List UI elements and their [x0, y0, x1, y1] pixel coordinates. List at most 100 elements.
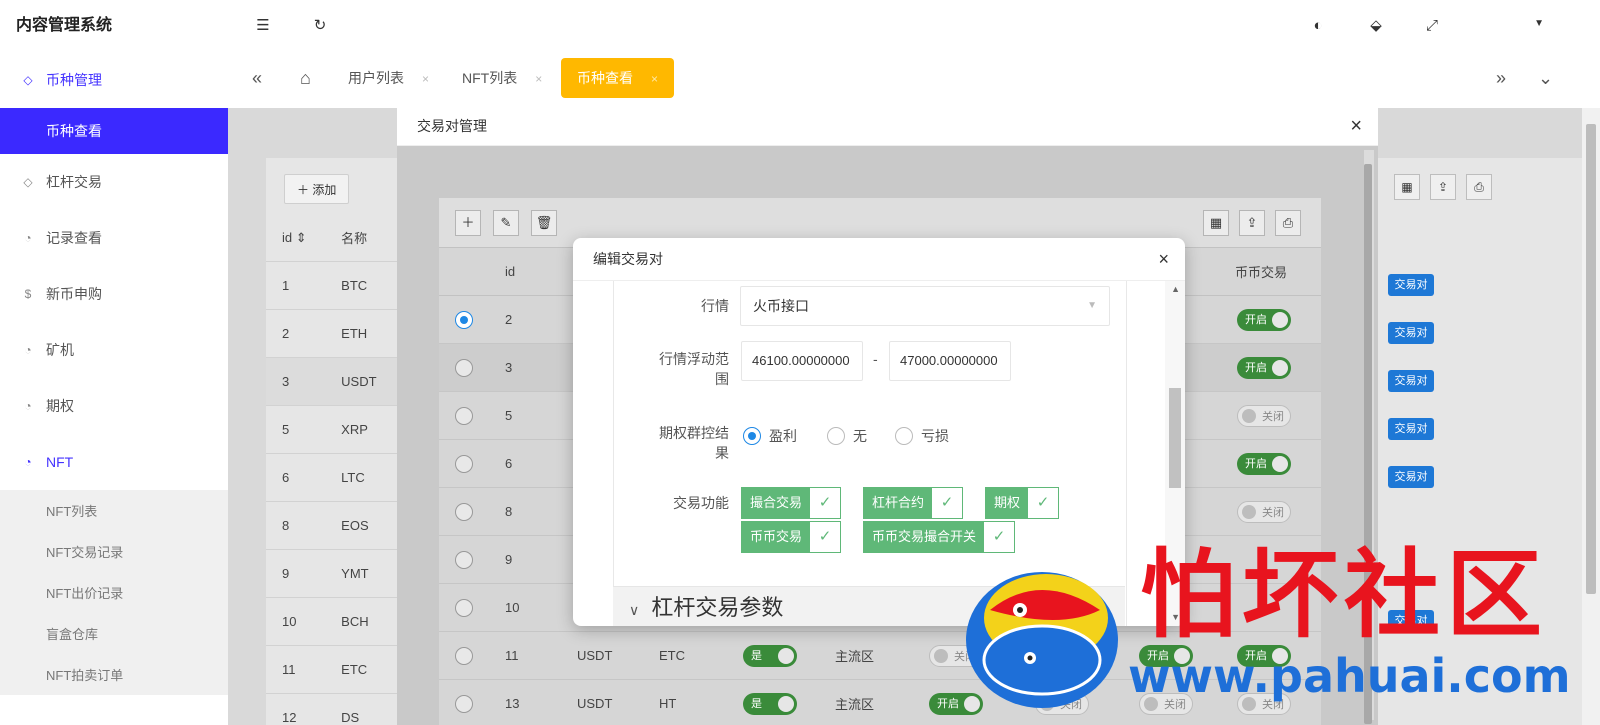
refresh-icon[interactable]: ↻ [310, 16, 330, 36]
print-icon[interactable]: ⎙ [1466, 174, 1492, 200]
check-icon: ✓ [810, 488, 841, 518]
pair-button[interactable]: 交易对 [1388, 466, 1434, 488]
trade-function-label: 交易功能 [673, 495, 729, 511]
sidebar-item-miner[interactable]: ◔ 矿机 [0, 322, 228, 378]
row-radio[interactable] [455, 310, 473, 329]
export-icon[interactable]: ⇪ [1239, 210, 1265, 236]
table-row[interactable]: 10 BCH [266, 598, 406, 646]
user-menu-caret-icon[interactable]: ▼ [1534, 18, 1544, 29]
tabs-scroll-right-icon[interactable]: » [1496, 68, 1506, 89]
columns-icon[interactable]: ▦ [1203, 210, 1229, 236]
sidebar-subitem-blindbox[interactable]: 盲盒仓库 [0, 613, 228, 654]
coin-trade-toggle[interactable]: 关闭 [1237, 501, 1291, 523]
pair-button[interactable]: 交易对 [1388, 274, 1434, 296]
func-leverage-checkbox[interactable]: 杠杆合约 ✓ [863, 487, 964, 519]
sidebar-subitem-nft-list[interactable]: NFT列表 [0, 490, 228, 531]
option-loss-radio[interactable]: 亏损 [895, 426, 949, 446]
coin-trade-toggle[interactable]: 开启 [1237, 309, 1291, 331]
coin-trade-toggle[interactable]: 开启 [1237, 357, 1291, 379]
option-none-radio[interactable]: 无 [827, 426, 867, 446]
scroll-up-icon[interactable]: ▲ [1171, 284, 1180, 294]
coin-trade-toggle[interactable]: 关闭 [1237, 405, 1291, 427]
option-profit-radio[interactable]: 盈利 [743, 426, 797, 446]
coin-table: id ⇕ 名称 1 BTC 2 ETH 3 USDT 5 XRP 6 LTC 8 EOS 9… [266, 214, 406, 725]
chevron-down-icon: ▼ [1087, 300, 1097, 311]
tab-nft-list[interactable]: NFT列表 × [462, 58, 542, 98]
home-icon[interactable]: ⌂ [300, 68, 311, 89]
page-scrollbar-thumb[interactable] [1586, 124, 1596, 594]
sidebar-item-label: 币种管理 [46, 72, 102, 88]
export-icon[interactable]: ⇪ [1430, 174, 1456, 200]
close-icon[interactable]: × [1158, 238, 1169, 281]
row-radio[interactable] [455, 358, 473, 377]
table-row[interactable]: 3 USDT [266, 358, 406, 406]
sidebar-subitem-coin-view[interactable]: 币种查看 [0, 108, 228, 154]
close-icon[interactable]: × [1350, 106, 1362, 146]
menu-collapse-icon[interactable]: ☰ [253, 16, 273, 36]
pair-button[interactable]: 交易对 [1388, 370, 1434, 392]
tab-coin-view[interactable]: 币种查看 × [561, 58, 675, 98]
row-radio[interactable] [455, 454, 473, 473]
sidebar-subitem-nft-trades[interactable]: NFT交易记录 [0, 531, 228, 572]
sidebar-item-nft[interactable]: ◔ NFT [0, 434, 228, 490]
func-coin-checkbox[interactable]: 币币交易 ✓ [741, 521, 842, 553]
add-button[interactable]: ＋ 添加 [284, 174, 350, 204]
sidebar-item-coin-management[interactable]: ◇ 币种管理 [0, 52, 228, 108]
func-option-checkbox[interactable]: 期权 ✓ [985, 487, 1060, 519]
coin-trade-toggle[interactable]: 开启 [1237, 453, 1291, 475]
clock-icon: ◔ [24, 455, 32, 469]
tab-close-icon[interactable]: × [651, 72, 658, 86]
range-max-input[interactable]: 47000.00000000 [889, 341, 1011, 381]
sidebar-item-records[interactable]: ◔ 记录查看 [0, 210, 228, 266]
market-select[interactable]: 火币接口 ▼ [740, 286, 1110, 326]
table-row[interactable]: 2 ETH [266, 310, 406, 358]
tabs-menu-chevron-down-icon[interactable]: ⌄ [1538, 68, 1553, 89]
add-icon[interactable]: ＋ [455, 210, 481, 236]
edit-icon[interactable]: ✎ [493, 210, 519, 236]
sidebar-subitem-nft-auction[interactable]: NFT拍卖订单 [0, 654, 228, 695]
palette-icon[interactable]: ◐ [1308, 16, 1328, 36]
row-radio[interactable] [455, 598, 473, 617]
table-row[interactable]: 5 XRP [266, 406, 406, 454]
columns-icon[interactable]: ▦ [1394, 174, 1420, 200]
tabs-scroll-left-icon[interactable]: « [252, 68, 262, 89]
table-row[interactable]: 6 LTC [266, 454, 406, 502]
table-row[interactable]: 8 EOS [266, 502, 406, 550]
tab-close-icon[interactable]: × [422, 72, 429, 86]
yes-toggle[interactable]: 是 [743, 693, 797, 715]
dialog-scrollbar-thumb[interactable] [1169, 388, 1181, 488]
dollar-icon: $ [24, 287, 32, 301]
table-row[interactable]: 11 ETC [266, 646, 406, 694]
sidebar: 内容管理系统 ◇ 币种管理 币种查看 ◇ 杠杆交易 ◔ 记录查看 $ 新币申购 … [0, 0, 228, 725]
market-label: 行情 [701, 298, 729, 314]
sidebar-item-new-coin[interactable]: $ 新币申购 [0, 266, 228, 322]
check-icon: ✓ [1028, 488, 1059, 518]
sidebar-subitem-nft-bids[interactable]: NFT出价记录 [0, 572, 228, 613]
pair-button[interactable]: 交易对 [1388, 418, 1434, 440]
sidebar-item-label: NFT [46, 454, 74, 470]
trash-icon[interactable]: 🗑 [531, 210, 557, 236]
row-radio[interactable] [455, 694, 473, 713]
print-icon[interactable]: ⎙ [1275, 210, 1301, 236]
sort-icon[interactable]: ⇕ [296, 230, 307, 245]
row-radio[interactable] [455, 406, 473, 425]
row-radio[interactable] [455, 646, 473, 665]
tab-close-icon[interactable]: × [535, 72, 542, 86]
func-match-checkbox[interactable]: 撮合交易 ✓ [741, 487, 842, 519]
pair-button[interactable]: 交易对 [1388, 322, 1434, 344]
table-row[interactable]: 12 DS [266, 694, 406, 725]
col-id[interactable]: id ⇕ [266, 230, 327, 246]
modal-title: 交易对管理 [397, 106, 1378, 146]
sidebar-item-options[interactable]: ◔ 期权 [0, 378, 228, 434]
row-radio[interactable] [455, 502, 473, 521]
tag-icon[interactable]: ⬙ [1366, 16, 1386, 36]
fullscreen-icon[interactable]: ⤢ [1422, 16, 1442, 36]
tab-user-list[interactable]: 用户列表 × [348, 58, 429, 98]
row-radio[interactable] [455, 550, 473, 569]
table-row[interactable]: 1 BTC [266, 262, 406, 310]
range-min-input[interactable]: 46100.00000000 [741, 341, 863, 381]
table-row[interactable]: 9 YMT [266, 550, 406, 598]
sidebar-item-leverage[interactable]: ◇ 杠杆交易 [0, 154, 228, 210]
yes-toggle[interactable]: 是 [743, 645, 797, 667]
diamond-icon: ◇ [23, 175, 33, 189]
